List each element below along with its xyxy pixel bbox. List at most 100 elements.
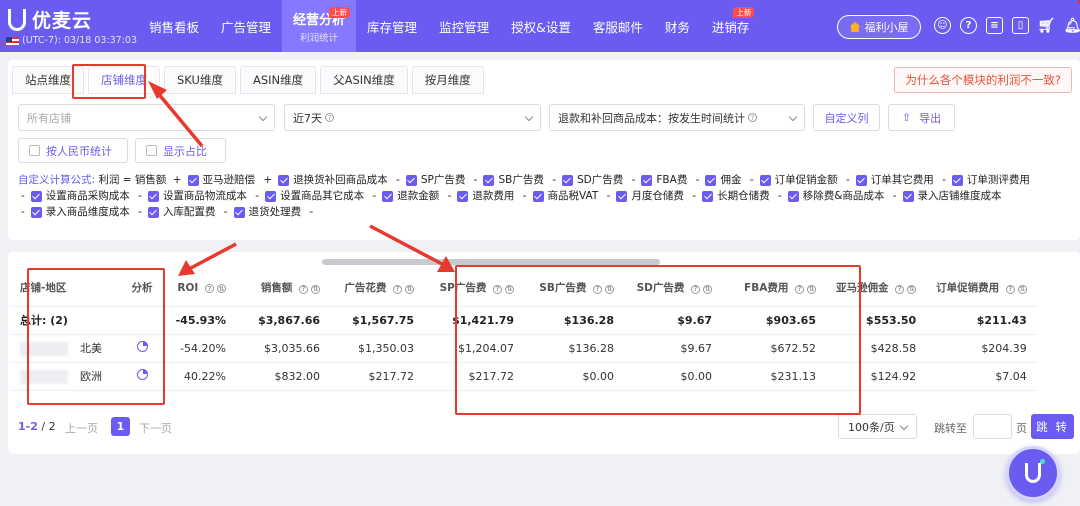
assistant-float-button[interactable] xyxy=(1006,446,1060,500)
page-1-button[interactable]: 1 xyxy=(111,417,130,436)
chevron-down-icon xyxy=(524,112,534,122)
column-header[interactable]: SB广告费 ? ⇅ xyxy=(524,270,624,307)
page-size-select[interactable]: 100条/页 xyxy=(838,414,917,439)
nav-label: 客服邮件 xyxy=(592,19,643,35)
help-icon[interactable]: ? xyxy=(960,17,977,34)
formula-item[interactable]: - 入库配置费 xyxy=(135,204,215,220)
formula-item[interactable]: - 退货处理费 xyxy=(221,204,301,220)
formula-item[interactable]: + 退换货补回商品成本 xyxy=(260,172,387,188)
formula-item[interactable]: - 月度仓储费 xyxy=(604,188,684,204)
app-name: 优麦云 xyxy=(32,10,93,32)
checkbox-checked-icon xyxy=(787,190,799,202)
house-icon xyxy=(849,22,861,32)
pie-chart-icon[interactable] xyxy=(136,341,148,352)
column-header[interactable]: 广告花费 ? ⇅ xyxy=(330,270,424,307)
nav-item-6[interactable]: 客服邮件 xyxy=(582,0,654,52)
formula-item[interactable]: - 设置商品物流成本 xyxy=(135,188,247,204)
custom-columns-button[interactable]: 自定义列 xyxy=(813,104,880,131)
show-ratio-checkbox[interactable]: 显示占比 xyxy=(135,138,226,163)
total-label: 总计: (2) xyxy=(10,306,120,335)
jump-button[interactable]: 跳 转 xyxy=(1031,414,1074,439)
cell-promo: $211.43 xyxy=(926,306,1037,335)
nav-item-8[interactable]: 进销存 上新 xyxy=(701,0,761,52)
header-icons: ☺ ? ≡ ▯ 🛒︎ 🔔︎ ☰ xyxy=(934,17,1080,34)
export-button[interactable]: ⇧ 导出 xyxy=(888,104,955,131)
tab-2[interactable]: SKU维度 xyxy=(164,66,236,94)
horizontal-scrollbar[interactable] xyxy=(322,259,660,265)
tab-1[interactable]: 店铺维度 xyxy=(88,66,160,94)
checkbox-checked-icon xyxy=(855,174,867,186)
column-header[interactable]: 店铺-地区 xyxy=(10,270,120,307)
store-profit-table: 店铺-地区 分析 ROI ? ⇅ 销售额 ? ⇅ 广告花费 ? ⇅ SP广告费 ? ⇅ SB广告费 … xyxy=(10,270,1037,391)
column-header[interactable]: 分析 xyxy=(120,270,164,307)
tab-4[interactable]: 父ASIN维度 xyxy=(320,66,408,94)
column-header[interactable]: FBA费用 ? ⇅ xyxy=(722,270,826,307)
nav-item-2[interactable]: 经营分析 利润统计 上新 xyxy=(282,0,357,52)
formula-item[interactable]: - 录入商品维度成本 xyxy=(18,204,130,220)
column-header[interactable]: 销售额 ? ⇅ xyxy=(236,270,330,307)
next-page-button[interactable]: 下一页 xyxy=(139,420,172,436)
checkbox-checked-icon xyxy=(951,174,963,186)
formula-item[interactable]: - SD广告费 xyxy=(549,172,623,188)
formula-item[interactable]: - 退款金额 xyxy=(369,188,439,204)
column-header[interactable]: 订单促销费用 ? ⇅ xyxy=(926,270,1037,307)
formula-item[interactable]: - SP广告费 xyxy=(393,172,465,188)
goto-page-input[interactable] xyxy=(973,414,1012,439)
formula-item[interactable]: - 退款费用 xyxy=(445,188,515,204)
logo[interactable]: 优麦云 xyxy=(8,6,92,33)
cell-fba: $672.52 xyxy=(722,334,826,363)
formula-start: 利润 xyxy=(98,174,120,186)
column-header[interactable]: 亚马逊佣金 ? ⇅ xyxy=(826,270,927,307)
tab-5[interactable]: 按月维度 xyxy=(411,66,484,94)
cell-sb: $0.00 xyxy=(524,362,624,391)
nav-item-7[interactable]: 财务 xyxy=(654,0,701,52)
nav-item-3[interactable]: 库存管理 xyxy=(356,0,428,52)
support-icon[interactable]: ☺ xyxy=(934,17,951,34)
store-select[interactable]: 所有店铺 xyxy=(18,104,275,131)
formula-item[interactable]: - SB广告费 xyxy=(471,172,544,188)
column-header[interactable]: SD广告费 ? ⇅ xyxy=(624,270,722,307)
formula-item[interactable]: - 设置商品采购成本 xyxy=(18,188,130,204)
column-header[interactable]: SP广告费 ? ⇅ xyxy=(424,270,524,307)
pie-chart-icon[interactable] xyxy=(136,369,148,380)
formula-item[interactable]: - 长期仓储费 xyxy=(689,188,769,204)
formula-item[interactable]: - 录入店铺维度成本 xyxy=(890,188,1002,204)
nav-item-4[interactable]: 监控管理 xyxy=(428,0,500,52)
refund-cost-select[interactable]: 退款和补回商品成本：按发生时间统计? xyxy=(549,104,805,131)
formula-item[interactable]: - FBA费 xyxy=(629,172,688,188)
cart-icon[interactable]: 🛒︎ xyxy=(1038,17,1056,34)
column-header[interactable]: ROI ? ⇅ xyxy=(164,270,236,307)
custom-formula: 自定义计算公式: 利润 = 销售额 + 亚马逊赔偿 + 退换货补回商品成本 - SP广… xyxy=(18,172,1073,220)
bell-icon[interactable]: 🔔︎ xyxy=(1064,17,1080,34)
tablet-icon[interactable]: ▯ xyxy=(1012,17,1029,34)
formula-item[interactable]: - 订单测评费用 xyxy=(939,172,1030,188)
welfare-button[interactable]: 福利小屋 xyxy=(837,15,921,39)
date-range-select[interactable]: 近7天? xyxy=(284,104,541,131)
nav-item-1[interactable]: 广告管理 xyxy=(210,0,282,52)
sort-icon: ⇅ xyxy=(807,284,816,294)
cell-sales: $3,035.66 xyxy=(236,334,330,363)
table-row: 北美 -54.20% $3,035.66 $1,350.03 $1,204.07 $136… xyxy=(10,334,1037,363)
nav-item-5[interactable]: 授权&设置 xyxy=(500,0,582,52)
formula-equals: = 销售额 xyxy=(122,174,167,186)
formula-item[interactable]: + 亚马逊赔偿 xyxy=(170,172,255,188)
formula-item[interactable]: - 设置商品其它成本 xyxy=(252,188,364,204)
tab-0[interactable]: 站点维度 xyxy=(12,66,84,94)
tab-3[interactable]: ASIN维度 xyxy=(239,66,317,94)
formula-item[interactable]: - 订单促销金额 xyxy=(747,172,838,188)
rmb-stat-checkbox[interactable]: 按人民币统计 xyxy=(18,138,128,163)
formula-item[interactable]: - 移除费&商品成本 xyxy=(775,188,884,204)
nav-item-0[interactable]: 销售看板 xyxy=(138,0,210,52)
message-icon[interactable]: ≡ xyxy=(986,17,1003,34)
cell-sp: $217.72 xyxy=(424,362,524,391)
cell-sp: $1,421.79 xyxy=(424,306,524,335)
timezone-clock: (UTC-7): 03/18 03:37:03 xyxy=(6,35,137,46)
help-icon: ? xyxy=(205,284,214,294)
formula-item[interactable]: - 订单其它费用 xyxy=(843,172,934,188)
formula-item[interactable]: - 商品税VAT xyxy=(520,188,599,204)
formula-item[interactable]: - 佣金 xyxy=(693,172,742,188)
why-profit-differs-button[interactable]: 为什么各个模块的利润不一致? xyxy=(894,67,1072,93)
checkbox-checked-icon xyxy=(483,174,495,186)
prev-page-button[interactable]: 上一页 xyxy=(65,420,98,436)
table-row: 欧洲 40.22% $832.00 $217.72 $217.72 $0.00 $0.00 $… xyxy=(10,362,1037,391)
